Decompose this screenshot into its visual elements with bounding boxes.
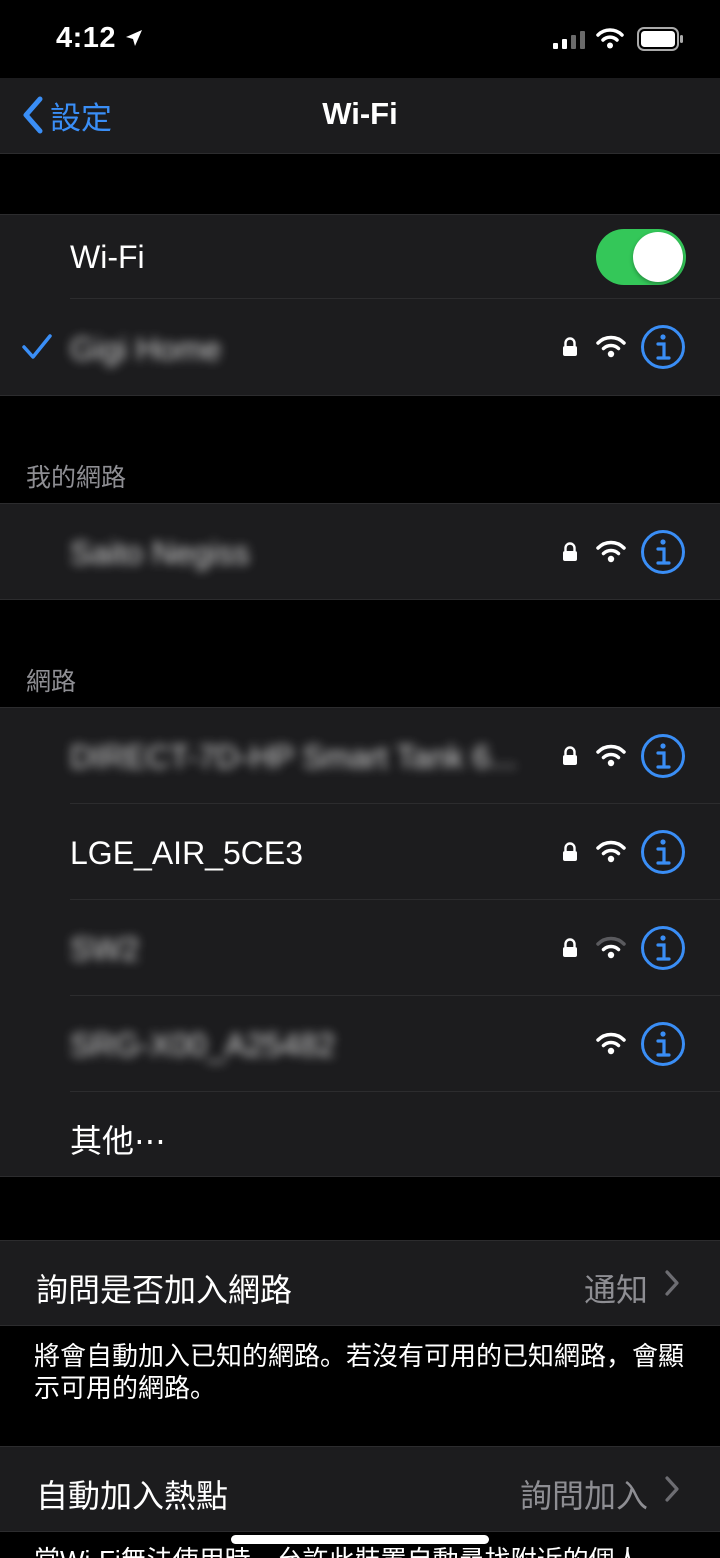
battery-icon xyxy=(637,27,683,51)
other-network-row[interactable]: 其他⋯ xyxy=(0,1092,720,1176)
network-name: DIRECT-7D-HP Smart Tank 6... xyxy=(70,739,517,775)
navigation-bar: 設定 Wi-Fi xyxy=(0,78,720,154)
network-name: SW2 xyxy=(70,931,140,967)
network-row[interactable]: Saito Negiss xyxy=(0,504,720,599)
other-network-label: 其他⋯ xyxy=(70,1123,167,1159)
auto-join-hotspot-group: 自動加入熱點 詢問加入 xyxy=(0,1446,720,1532)
info-icon[interactable] xyxy=(640,1021,686,1067)
lock-icon xyxy=(563,938,577,957)
chevron-right-icon xyxy=(665,1270,679,1296)
auto-join-hotspot-row[interactable]: 自動加入熱點 詢問加入 xyxy=(0,1447,720,1531)
network-row[interactable]: DIRECT-7D-HP Smart Tank 6... xyxy=(0,708,720,804)
home-indicator[interactable] xyxy=(231,1535,489,1544)
ask-to-join-row[interactable]: 詢問是否加入網路 通知 xyxy=(0,1241,720,1325)
lock-icon xyxy=(563,746,577,765)
network-row[interactable]: LGE_AIR_5CE3 xyxy=(0,804,720,900)
networks-group: DIRECT-7D-HP Smart Tank 6... LGE_AIR_5CE… xyxy=(0,707,720,1177)
wifi-status-icon xyxy=(596,28,624,49)
network-name: SRG-X00_A25482 xyxy=(70,1027,336,1063)
auto-join-hotspot-footer: 當Wi-Fi無法使用時，允許此裝置自動尋找附近的個人 xyxy=(34,1544,684,1558)
info-icon[interactable] xyxy=(640,733,686,779)
toggle-knob xyxy=(633,232,683,282)
chevron-right-icon xyxy=(665,1476,679,1502)
wifi-signal-icon xyxy=(596,840,626,863)
info-icon[interactable] xyxy=(640,829,686,875)
lock-icon xyxy=(563,337,577,356)
networks-header: 網路 xyxy=(26,668,77,696)
wifi-signal-weak-icon xyxy=(596,936,626,959)
cellular-signal-icon xyxy=(553,31,585,49)
location-arrow-icon xyxy=(126,30,142,46)
network-name: LGE_AIR_5CE3 xyxy=(70,835,304,871)
status-time: 4:12 xyxy=(56,22,117,54)
status-bar: 4:12 xyxy=(0,0,720,78)
info-icon[interactable] xyxy=(640,324,686,370)
ask-to-join-label: 詢問是否加入網路 xyxy=(36,1272,293,1308)
ask-to-join-group: 詢問是否加入網路 通知 xyxy=(0,1240,720,1326)
ask-to-join-footer: 將會自動加入已知的網路。若沒有可用的已知網路，會顯示可用的網路。 xyxy=(34,1341,685,1403)
wifi-toggle-row: Wi-Fi xyxy=(0,215,720,299)
lock-icon xyxy=(563,842,577,861)
network-row[interactable]: SRG-X00_A25482 xyxy=(0,996,720,1092)
checkmark-icon xyxy=(22,334,52,359)
wifi-toggle-switch[interactable] xyxy=(596,229,686,285)
wifi-signal-icon xyxy=(596,1032,626,1055)
my-networks-header: 我的網路 xyxy=(26,464,127,492)
auto-join-hotspot-label: 自動加入熱點 xyxy=(36,1478,229,1514)
lock-icon xyxy=(563,542,577,561)
current-network-row[interactable]: Gigi Home xyxy=(0,299,720,395)
my-networks-group: Saito Negiss xyxy=(0,503,720,600)
wifi-main-group: Wi-Fi Gigi Home xyxy=(0,214,720,396)
auto-join-hotspot-value: 詢問加入 xyxy=(519,1478,648,1514)
wifi-toggle-label: Wi-Fi xyxy=(70,239,145,275)
wifi-signal-icon xyxy=(596,744,626,767)
ask-to-join-value: 通知 xyxy=(583,1272,648,1308)
wifi-signal-icon xyxy=(596,540,626,563)
current-network-name: Gigi Home xyxy=(70,331,222,367)
network-name: Saito Negiss xyxy=(70,535,250,571)
info-icon[interactable] xyxy=(640,925,686,971)
network-row[interactable]: SW2 xyxy=(0,900,720,996)
page-title: Wi-Fi xyxy=(322,96,398,131)
info-icon[interactable] xyxy=(640,529,686,575)
wifi-signal-icon xyxy=(596,335,626,358)
